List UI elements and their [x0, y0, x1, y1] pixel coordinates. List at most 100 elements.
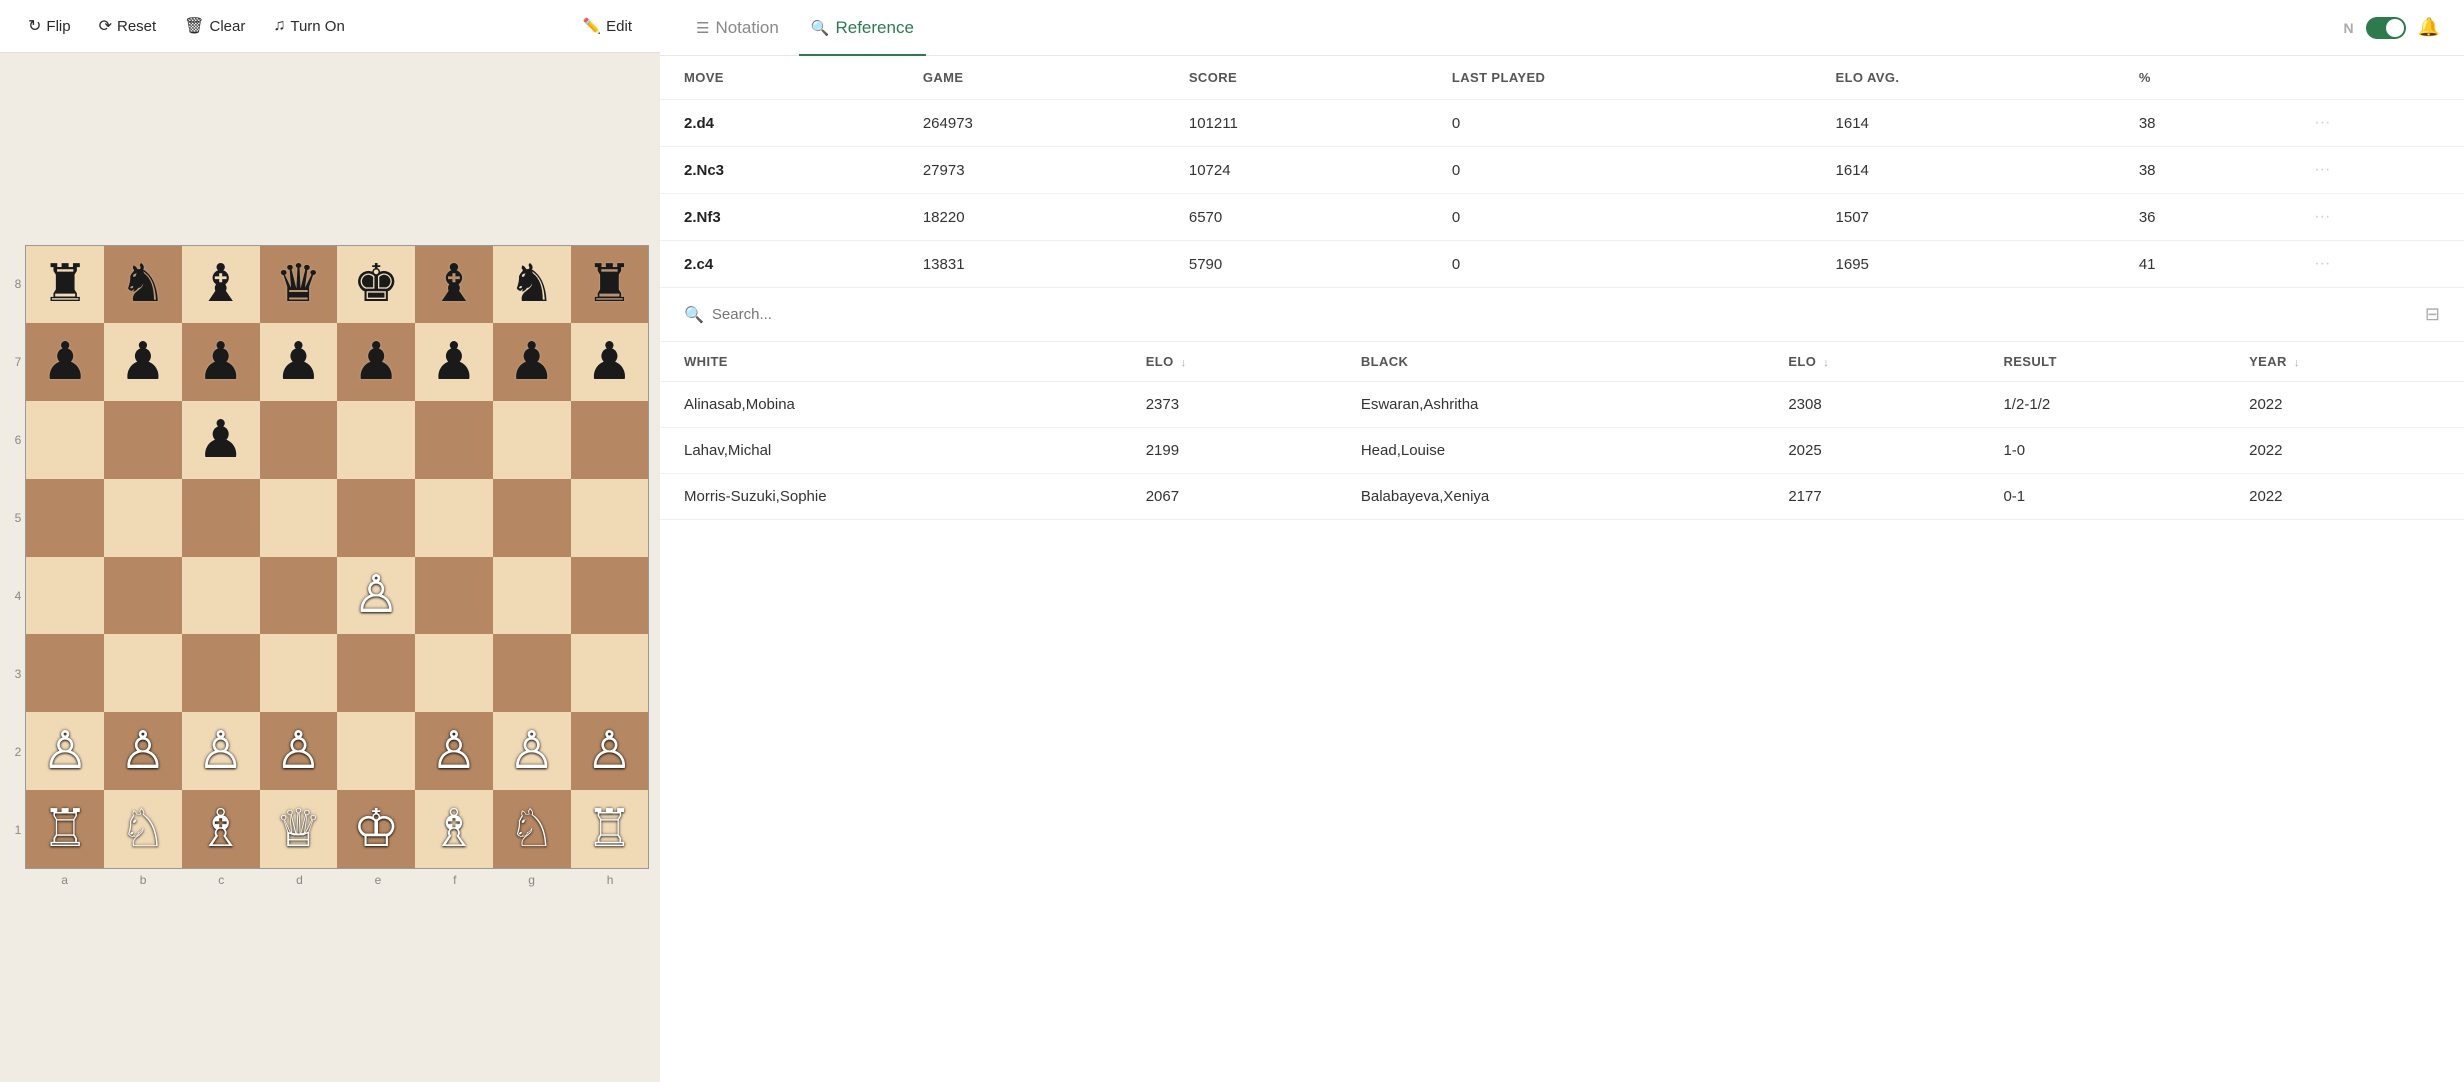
- square-r5-c7[interactable]: [493, 479, 571, 557]
- square-r4-c6[interactable]: [415, 557, 493, 635]
- square-r1-c2[interactable]: ♘: [104, 790, 182, 868]
- square-r1-c1[interactable]: ♖: [26, 790, 104, 868]
- square-r2-c4[interactable]: ♙: [260, 712, 338, 790]
- square-r4-c5[interactable]: ♙: [337, 557, 415, 635]
- square-r1-c8[interactable]: ♖: [571, 790, 649, 868]
- square-r8-c3[interactable]: ♝: [182, 246, 260, 324]
- turnon-button[interactable]: ♫ Turn On: [261, 11, 356, 41]
- square-r3-c7[interactable]: [493, 634, 571, 712]
- square-r2-c7[interactable]: ♙: [493, 712, 571, 790]
- square-r3-c3[interactable]: [182, 634, 260, 712]
- square-r5-c2[interactable]: [104, 479, 182, 557]
- square-r4-c7[interactable]: [493, 557, 571, 635]
- col-move: MOVE: [660, 56, 899, 100]
- bell-icon[interactable]: 🔔: [2418, 17, 2440, 38]
- white-piece: ♕: [275, 803, 322, 855]
- square-r5-c8[interactable]: [571, 479, 649, 557]
- square-r7-c4[interactable]: ♟: [260, 323, 338, 401]
- square-r7-c2[interactable]: ♟: [104, 323, 182, 401]
- square-r7-c5[interactable]: ♟: [337, 323, 415, 401]
- square-r7-c1[interactable]: ♟: [26, 323, 104, 401]
- white-piece: ♘: [508, 803, 555, 855]
- reference-content: MOVE GAME SCORE LAST PLAYED ELO AVG. % 2…: [660, 56, 2464, 1082]
- square-r6-c5[interactable]: [337, 401, 415, 479]
- square-r4-c2[interactable]: [104, 557, 182, 635]
- square-r3-c5[interactable]: [337, 634, 415, 712]
- square-r8-c8[interactable]: ♜: [571, 246, 649, 324]
- square-r2-c8[interactable]: ♙: [571, 712, 649, 790]
- tab-notation[interactable]: ☰ Notation: [684, 0, 791, 56]
- square-r4-c3[interactable]: [182, 557, 260, 635]
- square-r8-c5[interactable]: ♚: [337, 246, 415, 324]
- search-section: 🔍 ⊟: [660, 288, 2464, 342]
- square-r3-c6[interactable]: [415, 634, 493, 712]
- square-r2-c5[interactable]: [337, 712, 415, 790]
- reset-button[interactable]: ⟳ Reset: [87, 10, 169, 42]
- tab-reference[interactable]: 🔍 Reference: [799, 0, 926, 56]
- table-row[interactable]: 2.c4 13831 5790 0 1695 41 ···: [660, 241, 2464, 288]
- square-r1-c4[interactable]: ♕: [260, 790, 338, 868]
- move-cell: 2.c4: [660, 241, 899, 288]
- square-r5-c1[interactable]: [26, 479, 104, 557]
- table-row[interactable]: 2.Nf3 18220 6570 0 1507 36 ···: [660, 194, 2464, 241]
- square-r5-c4[interactable]: [260, 479, 338, 557]
- square-r6-c2[interactable]: [104, 401, 182, 479]
- table-row[interactable]: 2.d4 264973 101211 0 1614 38 ···: [660, 100, 2464, 147]
- search-input[interactable]: [712, 306, 2413, 323]
- col-pct: %: [2115, 56, 2291, 100]
- filter-icon[interactable]: ⊟: [2425, 304, 2440, 325]
- col-white-elo[interactable]: ELO ↓: [1122, 342, 1337, 382]
- square-r1-c3[interactable]: ♗: [182, 790, 260, 868]
- square-r2-c1[interactable]: ♙: [26, 712, 104, 790]
- flip-button[interactable]: ↻ Flip: [16, 10, 83, 42]
- square-r6-c8[interactable]: [571, 401, 649, 479]
- ellipsis-button[interactable]: ···: [2314, 114, 2330, 132]
- toggle-switch[interactable]: [2366, 17, 2406, 39]
- ellipsis-button[interactable]: ···: [2314, 161, 2330, 179]
- square-r8-c7[interactable]: ♞: [493, 246, 571, 324]
- clear-button[interactable]: 🗑 Clear: [172, 10, 257, 42]
- square-r2-c2[interactable]: ♙: [104, 712, 182, 790]
- square-r5-c5[interactable]: [337, 479, 415, 557]
- square-r8-c2[interactable]: ♞: [104, 246, 182, 324]
- square-r8-c6[interactable]: ♝: [415, 246, 493, 324]
- square-r1-c5[interactable]: ♔: [337, 790, 415, 868]
- square-r1-c6[interactable]: ♗: [415, 790, 493, 868]
- col-year[interactable]: YEAR ↓: [2225, 342, 2464, 382]
- square-r1-c7[interactable]: ♘: [493, 790, 571, 868]
- edit-button[interactable]: ✏️ Edit: [570, 11, 644, 41]
- square-r5-c6[interactable]: [415, 479, 493, 557]
- square-r8-c1[interactable]: ♜: [26, 246, 104, 324]
- score-cell: 6570: [1165, 194, 1428, 241]
- square-r7-c3[interactable]: ♟: [182, 323, 260, 401]
- ellipsis-button[interactable]: ···: [2314, 208, 2330, 226]
- move-cell: 2.d4: [660, 100, 899, 147]
- square-r6-c6[interactable]: [415, 401, 493, 479]
- square-r5-c3[interactable]: [182, 479, 260, 557]
- square-r7-c7[interactable]: ♟: [493, 323, 571, 401]
- square-r7-c8[interactable]: ♟: [571, 323, 649, 401]
- table-row[interactable]: 2.Nc3 27973 10724 0 1614 38 ···: [660, 147, 2464, 194]
- square-r3-c4[interactable]: [260, 634, 338, 712]
- ellipsis-button[interactable]: ···: [2314, 255, 2330, 273]
- white-piece: ♙: [586, 725, 633, 777]
- square-r3-c8[interactable]: [571, 634, 649, 712]
- square-r2-c6[interactable]: ♙: [415, 712, 493, 790]
- square-r8-c4[interactable]: ♛: [260, 246, 338, 324]
- square-r3-c2[interactable]: [104, 634, 182, 712]
- square-r7-c6[interactable]: ♟: [415, 323, 493, 401]
- game-cell: 18220: [899, 194, 1165, 241]
- square-r6-c7[interactable]: [493, 401, 571, 479]
- square-r6-c1[interactable]: [26, 401, 104, 479]
- square-r6-c3[interactable]: ♟: [182, 401, 260, 479]
- square-r4-c8[interactable]: [571, 557, 649, 635]
- list-item[interactable]: Lahav,Michal 2199 Head,Louise 2025 1-0 2…: [660, 428, 2464, 474]
- square-r4-c4[interactable]: [260, 557, 338, 635]
- list-item[interactable]: Morris-Suzuki,Sophie 2067 Balabayeva,Xen…: [660, 474, 2464, 520]
- square-r2-c3[interactable]: ♙: [182, 712, 260, 790]
- col-black-elo[interactable]: ELO ↓: [1764, 342, 1979, 382]
- square-r3-c1[interactable]: [26, 634, 104, 712]
- square-r4-c1[interactable]: [26, 557, 104, 635]
- list-item[interactable]: Alinasab,Mobina 2373 Eswaran,Ashritha 23…: [660, 382, 2464, 428]
- square-r6-c4[interactable]: [260, 401, 338, 479]
